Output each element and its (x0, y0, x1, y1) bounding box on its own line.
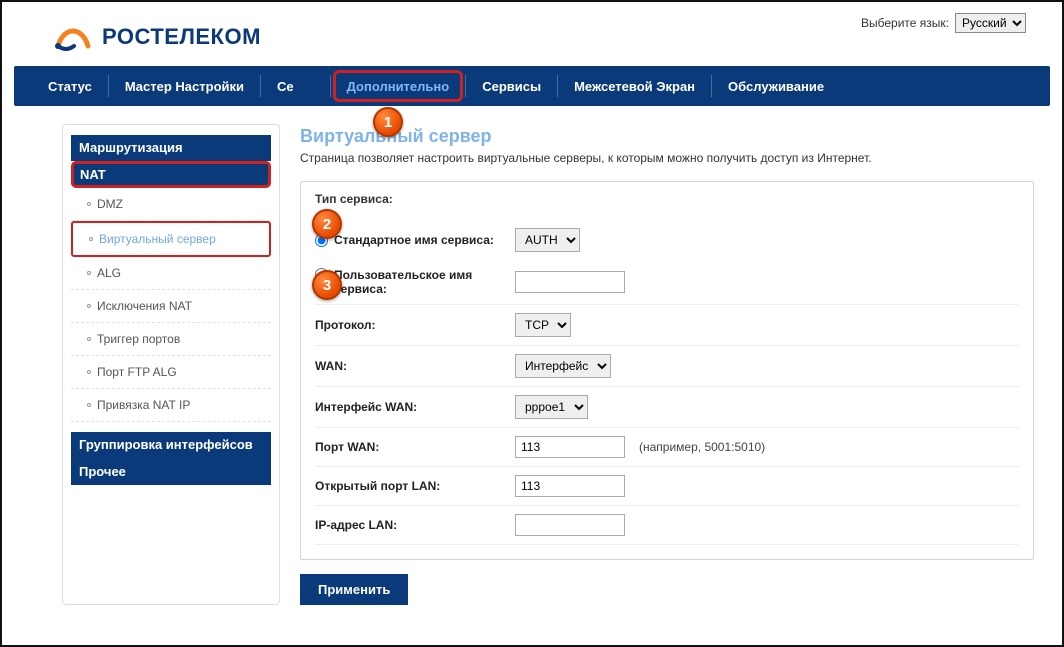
row-custom-service: Пользовательское имя сервиса: (315, 260, 1019, 305)
language-selector: Выберите язык: Русский (861, 13, 1026, 33)
sidebar-item-port-trigger[interactable]: Триггер портов (71, 323, 271, 356)
page-title: Виртуальный сервер (300, 126, 1034, 147)
label-standard-service: Стандартное имя сервиса: (334, 233, 494, 247)
label-open-lan-port: Открытый порт LAN: (315, 479, 440, 493)
sidebar-item-nat-exclusions[interactable]: Исключения NAT (71, 290, 271, 323)
bullet-icon (87, 403, 91, 407)
annotation-badge-2: 2 (312, 209, 342, 239)
language-select[interactable]: Русский (955, 13, 1026, 33)
bullet-icon (87, 202, 91, 206)
form-panel: Тип сервиса: Стандартное имя сервиса: AU… (300, 181, 1034, 560)
header: РОСТЕЛЕКОМ Выберите язык: Русский (2, 2, 1062, 66)
select-protocol[interactable]: TCP (515, 313, 571, 337)
label-protocol: Протокол: (315, 318, 376, 332)
sidebar-cat-if-group[interactable]: Группировка интерфейсов (71, 432, 271, 459)
brand-name: РОСТЕЛЕКОМ (102, 24, 261, 50)
sidebar-item-ftp-alg-port[interactable]: Порт FTP ALG (71, 356, 271, 389)
apply-button[interactable]: Применить (300, 574, 408, 605)
row-wan: WAN: Интерфейс (315, 346, 1019, 387)
main-panel: Виртуальный сервер Страница позволяет на… (300, 124, 1034, 605)
nav-advanced[interactable]: Дополнительно (331, 66, 466, 106)
row-standard-service: Стандартное имя сервиса: AUTH (315, 220, 1019, 260)
label-lan-ip: IP-адрес LAN: (315, 518, 397, 532)
sidebar-item-alg[interactable]: ALG (71, 257, 271, 290)
sidebar-item-virtual-server[interactable]: Виртуальный сервер (71, 221, 271, 257)
select-wan-interface[interactable]: pppoe1 (515, 395, 588, 419)
row-lan-ip: IP-адрес LAN: (315, 506, 1019, 545)
nav-status[interactable]: Статус (32, 66, 108, 106)
annotation-badge-1: 1 (373, 107, 403, 137)
content-area: Маршрутизация NAT DMZ Виртуальный сервер… (2, 106, 1062, 615)
sidebar: Маршрутизация NAT DMZ Виртуальный сервер… (62, 124, 280, 605)
sidebar-item-dmz[interactable]: DMZ (71, 188, 271, 221)
nav-wizard[interactable]: Мастер Настройки (109, 66, 260, 106)
nav-firewall[interactable]: Межсетевой Экран (558, 66, 711, 106)
sidebar-cat-nat[interactable]: NAT (71, 161, 271, 188)
annotation-badge-3: 3 (312, 270, 342, 300)
row-wan-interface: Интерфейс WAN: pppoe1 (315, 387, 1019, 428)
bullet-icon (87, 370, 91, 374)
input-lan-ip[interactable] (515, 514, 625, 536)
label-custom-service: Пользовательское имя сервиса: (334, 268, 515, 296)
label-wan: WAN: (315, 359, 347, 373)
label-wan-port: Порт WAN: (315, 440, 379, 454)
hint-wan-port: (например, 5001:5010) (639, 440, 765, 454)
sidebar-cat-other[interactable]: Прочее (71, 459, 271, 485)
top-nav: Статус Мастер Настройки Се Дополнительно… (14, 66, 1050, 106)
input-wan-port[interactable] (515, 436, 625, 458)
rostelecom-logo-icon (52, 16, 94, 58)
label-wan-interface: Интерфейс WAN: (315, 400, 417, 414)
row-open-lan-port: Открытый порт LAN: (315, 467, 1019, 506)
language-label: Выберите язык: (861, 16, 949, 30)
select-standard-service[interactable]: AUTH (515, 228, 580, 252)
sidebar-cat-routing[interactable]: Маршрутизация (71, 135, 271, 161)
bullet-icon (87, 271, 91, 275)
row-wan-port: Порт WAN: (например, 5001:5010) (315, 428, 1019, 467)
sidebar-item-nat-ip-bind[interactable]: Привязка NAT IP (71, 389, 271, 422)
nav-network[interactable]: Се (261, 66, 330, 106)
brand-logo: РОСТЕЛЕКОМ (52, 16, 261, 58)
select-wan[interactable]: Интерфейс (515, 354, 611, 378)
bullet-icon (87, 304, 91, 308)
page-description: Страница позволяет настроить виртуальные… (300, 151, 1034, 165)
input-custom-service[interactable] (515, 271, 625, 293)
bullet-icon (87, 337, 91, 341)
nav-maintenance[interactable]: Обслуживание (712, 66, 840, 106)
input-open-lan-port[interactable] (515, 475, 625, 497)
nav-services[interactable]: Сервисы (466, 66, 557, 106)
bullet-icon (89, 237, 93, 241)
row-protocol: Протокол: TCP (315, 305, 1019, 346)
service-type-label: Тип сервиса: (315, 192, 1019, 206)
